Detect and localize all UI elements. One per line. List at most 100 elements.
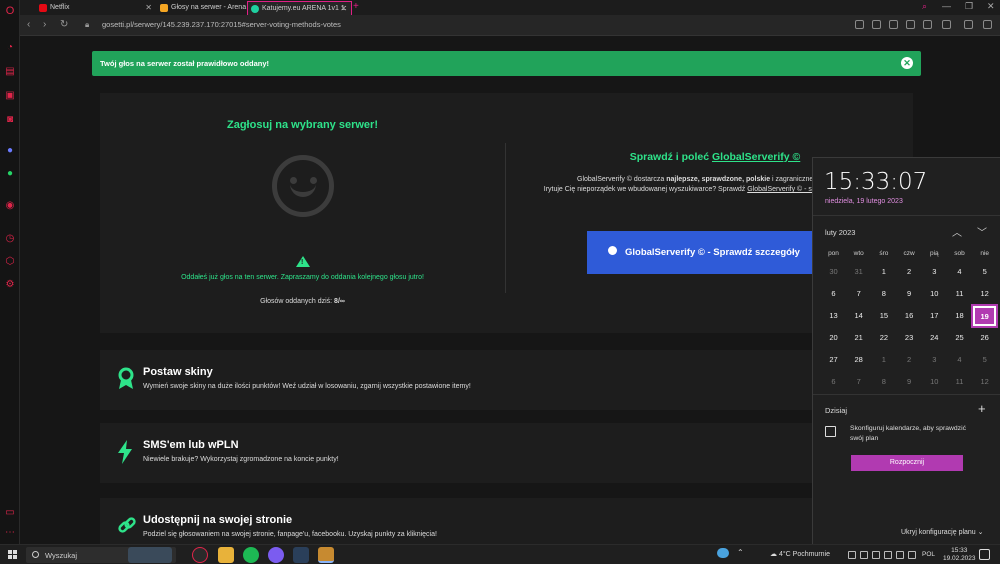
shopping-icon[interactable]: ▤	[4, 66, 16, 78]
minimize-icon[interactable]: —	[942, 1, 951, 11]
box-icon[interactable]: ⬡	[4, 256, 16, 268]
wifi-icon[interactable]	[896, 551, 904, 559]
lock-icon[interactable]: 🔒︎	[85, 20, 89, 30]
calendar-day[interactable]: 3	[922, 261, 947, 283]
calendar-day[interactable]: 7	[846, 371, 871, 393]
calendar-day[interactable]: 17	[922, 305, 947, 327]
month-label[interactable]: luty 2023	[825, 228, 855, 237]
close-window-icon[interactable]: ✕	[987, 1, 995, 12]
calendar-day[interactable]: 2	[897, 349, 922, 371]
new-tab-icon[interactable]: +	[353, 1, 359, 12]
more-icon[interactable]: ⋯	[4, 527, 16, 539]
messenger-icon[interactable]: ●	[4, 145, 16, 157]
opera-app-icon[interactable]	[192, 547, 208, 563]
display-icon[interactable]	[884, 551, 892, 559]
calendar-day[interactable]: 26	[972, 327, 997, 349]
calendar-day[interactable]: 9	[897, 371, 922, 393]
calendar-day[interactable]: 11	[947, 371, 972, 393]
camera-icon[interactable]	[872, 20, 881, 29]
vpn-icon[interactable]	[889, 20, 898, 29]
extensions-icon[interactable]	[942, 20, 951, 29]
file-explorer-icon[interactable]	[218, 547, 234, 563]
url-field[interactable]: gosetti.pl/serwery/145.239.237.170:27015…	[102, 20, 341, 29]
calendar-day[interactable]: 4	[947, 261, 972, 283]
calendar-day[interactable]: 6	[821, 371, 846, 393]
date-long[interactable]: niedziela, 19 lutego 2023	[825, 198, 903, 205]
calendar-day[interactable]: 16	[897, 305, 922, 327]
chevron-up-icon[interactable]: ︿	[952, 224, 962, 239]
feature-card-share[interactable]: Udostępnij na swojej stronie Podziel się…	[100, 498, 913, 544]
network-icon[interactable]	[860, 551, 868, 559]
calendar-day[interactable]: 30	[821, 261, 846, 283]
calendar-day[interactable]: 5	[972, 349, 997, 371]
close-icon[interactable]: ✕	[340, 2, 347, 15]
calendar-day[interactable]: 1	[871, 349, 896, 371]
calendar-day[interactable]: 4	[947, 349, 972, 371]
onedrive-icon[interactable]	[717, 548, 729, 558]
calendar-day[interactable]: 10	[922, 371, 947, 393]
calendar-day[interactable]: 8	[871, 283, 896, 305]
add-event-icon[interactable]: +	[978, 401, 986, 416]
search-tabs-icon[interactable]: ⌕	[922, 1, 927, 12]
calendar-day[interactable]: 5	[972, 261, 997, 283]
menu-icon[interactable]	[983, 20, 992, 29]
start-button[interactable]: Rozpocznij	[851, 455, 963, 471]
send-icon[interactable]	[906, 20, 915, 29]
calendar-day[interactable]: 2	[897, 261, 922, 283]
chevron-down-icon[interactable]: ﹀	[977, 224, 987, 239]
calendar-day[interactable]: 13	[821, 305, 846, 327]
discord-icon[interactable]	[268, 547, 284, 563]
instagram-icon[interactable]: ◙	[4, 114, 16, 126]
calendar-day[interactable]: 18	[947, 305, 972, 327]
feature-card-skins[interactable]: Postaw skiny Wymień swoje skiny na duże …	[100, 350, 913, 410]
calendar-day[interactable]: 23	[897, 327, 922, 349]
wallet-icon[interactable]: ▭	[4, 507, 16, 519]
volume-icon[interactable]	[908, 551, 916, 559]
history-icon[interactable]: ◷	[4, 233, 16, 245]
spotify-icon[interactable]	[243, 547, 259, 563]
tab-netflix[interactable]: Netflix ✕	[36, 1, 156, 15]
close-icon[interactable]: ✕	[901, 57, 913, 69]
calendar-day[interactable]: 31	[846, 261, 871, 283]
tray-icon[interactable]	[848, 551, 856, 559]
calendar-day[interactable]: 12	[972, 371, 997, 393]
globalserverify-link[interactable]: GlobalServerify ©	[712, 151, 800, 163]
calendar-day[interactable]: 3	[922, 349, 947, 371]
calendar-day[interactable]: 22	[871, 327, 896, 349]
microphone-icon[interactable]	[872, 551, 880, 559]
calendar-day[interactable]: 15	[871, 305, 896, 327]
chevron-up-icon[interactable]: ⌃	[737, 548, 744, 557]
hide-plan-link[interactable]: Ukryj konfigurację planu ⌄	[901, 528, 984, 536]
weather-widget[interactable]: ☁︎ 4°C Pochmurnie	[770, 550, 830, 558]
bookmark-icon[interactable]	[923, 20, 932, 29]
calendar-day[interactable]: 7	[846, 283, 871, 305]
twitch-icon[interactable]: ▣	[4, 90, 16, 102]
calendar-day[interactable]: 27	[821, 349, 846, 371]
calendar-day[interactable]: 24	[922, 327, 947, 349]
back-icon[interactable]: ‹	[27, 19, 30, 30]
whatsapp-icon[interactable]: ●	[4, 168, 16, 180]
language-indicator[interactable]: POL	[922, 551, 935, 558]
search-highlight-image[interactable]	[128, 547, 172, 563]
downloads-icon[interactable]	[964, 20, 973, 29]
calendar-day-today[interactable]: 19	[971, 304, 999, 328]
reload-icon[interactable]: ↻	[60, 19, 68, 30]
settings-icon[interactable]: ⚙	[4, 279, 16, 291]
windows-start-icon[interactable]	[8, 550, 17, 559]
calendar-day[interactable]: 21	[846, 327, 871, 349]
opera-logo-icon[interactable]: O	[4, 5, 16, 17]
tab-katujemy[interactable]: Katujemy.eu ARENA 1v1 1: ✕	[247, 1, 352, 15]
calendar-day[interactable]: 14	[846, 305, 871, 327]
calendar-day[interactable]: 6	[821, 283, 846, 305]
calendar-day[interactable]: 10	[922, 283, 947, 305]
calendar-day[interactable]: 11	[947, 283, 972, 305]
calendar-day[interactable]: 9	[897, 283, 922, 305]
forward-icon[interactable]: ›	[43, 19, 46, 30]
calendar-day[interactable]: 8	[871, 371, 896, 393]
speed-dial-icon[interactable]: ◔	[4, 42, 16, 54]
calendar-day[interactable]: 1	[871, 261, 896, 283]
steam-icon[interactable]	[293, 547, 309, 563]
calendar-day[interactable]: 25	[947, 327, 972, 349]
translate-icon[interactable]	[855, 20, 864, 29]
taskbar-clock[interactable]: 15:33 19.02.2023	[943, 547, 976, 563]
